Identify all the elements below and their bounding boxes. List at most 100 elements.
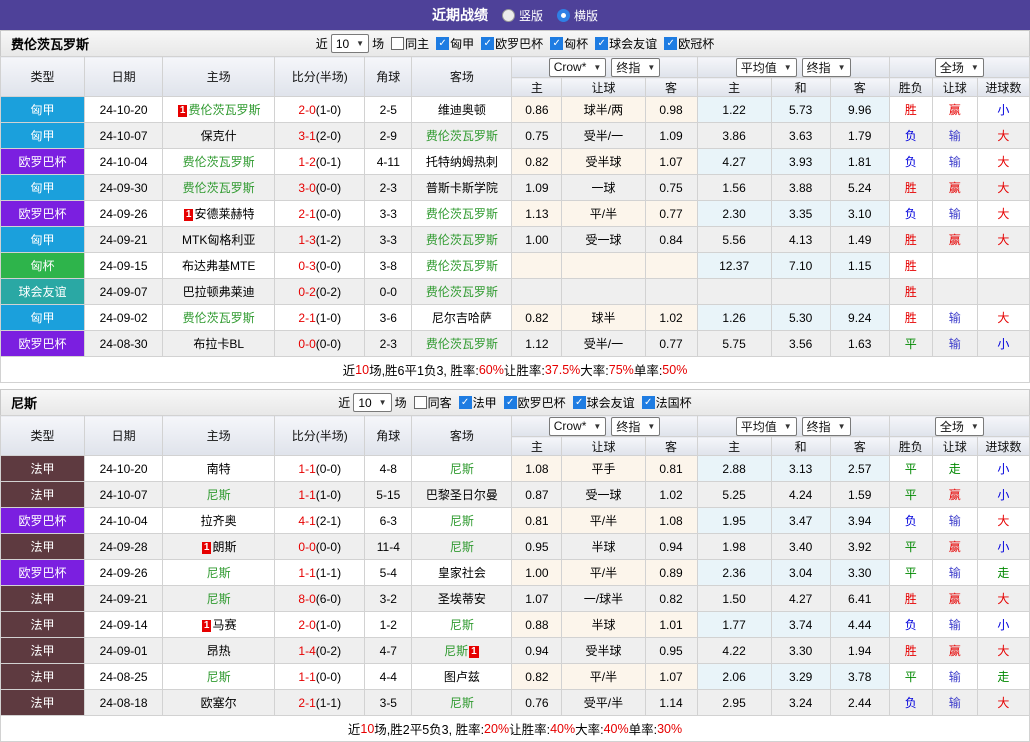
away-team-link[interactable]: 费伦茨瓦罗斯	[426, 285, 498, 299]
home-team-link[interactable]: 安德莱赫特	[194, 207, 254, 221]
home-team-link[interactable]: 布达弗基MTE	[182, 259, 255, 273]
home-team-link[interactable]: 费伦茨瓦罗斯	[183, 311, 255, 325]
home-team-link[interactable]: 尼斯	[207, 670, 231, 684]
away-team-link[interactable]: 托特纳姆热刺	[426, 155, 498, 169]
home-team-link[interactable]: 布拉卡BL	[193, 337, 244, 351]
crow-away-odds: 0.94	[644, 533, 698, 560]
home-team-link[interactable]: MTK匈格利亚	[182, 233, 255, 247]
crow-final-odds-select[interactable]: 终指 ▼	[611, 57, 661, 77]
competition-checkbox[interactable]: ✓	[572, 396, 586, 409]
half-time-score: (1-0)	[315, 487, 342, 502]
score-cell: 2-1(1-0)	[274, 304, 366, 331]
away-team-link[interactable]: 费伦茨瓦罗斯	[426, 233, 498, 247]
crow-final-odds-select[interactable]: 终指 ▼	[611, 416, 661, 436]
summary-text: 40%	[550, 721, 576, 736]
half-time-score: (1-1)	[315, 695, 342, 710]
average-final-odds-select[interactable]: 终指 ▼	[801, 57, 851, 77]
average-final-odds-select[interactable]: 终指 ▼	[801, 416, 851, 436]
competition-checkbox[interactable]: ✓	[458, 396, 472, 409]
full-match-select[interactable]: 全场 ▼	[934, 57, 984, 77]
full-time-score: 3-0	[298, 180, 316, 195]
average-select[interactable]: 平均值 ▼	[735, 416, 797, 436]
competition-filter: ✓ 球会友谊	[595, 35, 657, 52]
avg-away-odds: 9.96	[829, 96, 890, 123]
away-team-link[interactable]: 皇家社会	[438, 566, 486, 580]
away-team-link[interactable]: 费伦茨瓦罗斯	[426, 259, 498, 273]
half-time-score: (1-0)	[315, 617, 342, 632]
same-venue-checkbox[interactable]	[391, 37, 405, 50]
home-team-link[interactable]: 朗斯	[212, 540, 236, 554]
radio-unselected-icon[interactable]	[501, 8, 515, 22]
subcol-avg-home: 主	[696, 436, 772, 456]
competition-checkbox[interactable]: ✓	[503, 396, 517, 409]
table-row: 欧罗巴杯 24-10-04 费伦茨瓦罗斯 1-2(0-1) 4-11 托特纳姆热刺 0.82…	[0, 148, 1030, 175]
crow-handicap: 平手	[561, 455, 646, 482]
result-goals: 大	[976, 304, 1030, 331]
competition-cell: 匈甲	[0, 174, 86, 201]
games-count-select[interactable]: 10 ▼	[353, 393, 392, 412]
away-team-link[interactable]: 尼斯	[444, 644, 468, 658]
crow-handicap: 受一球	[561, 226, 646, 253]
home-team-link[interactable]: 费伦茨瓦罗斯	[183, 155, 255, 169]
home-team-link[interactable]: 南特	[207, 462, 231, 476]
home-team-link[interactable]: 费伦茨瓦罗斯	[183, 181, 255, 195]
avg-away-odds: 3.92	[829, 533, 890, 560]
avg-away-odds: 3.30	[829, 559, 890, 586]
summary-line: 近 10 场,胜6平1负3, 胜率: 60% 让胜率: 37.5% 大率: 75% 单率:…	[0, 357, 1030, 383]
home-team-link[interactable]: 尼斯	[207, 488, 231, 502]
result-goals: 大	[976, 689, 1030, 716]
score-cell: 8-0(6-0)	[274, 585, 366, 612]
away-team-link[interactable]: 尼斯	[450, 696, 474, 710]
competition-checkbox[interactable]: ✓	[641, 396, 655, 409]
away-team-link[interactable]: 图卢兹	[444, 670, 480, 684]
away-team-link[interactable]: 尼斯	[450, 514, 474, 528]
home-team-link[interactable]: 尼斯	[207, 566, 231, 580]
competition-checkbox[interactable]: ✓	[436, 37, 450, 50]
home-team-link[interactable]: 尼斯	[207, 592, 231, 606]
bookmaker-select[interactable]: Crow* ▼	[548, 57, 607, 77]
away-team-link[interactable]: 尼斯	[450, 462, 474, 476]
score-cell: 1-1(1-1)	[274, 559, 366, 586]
competition-checkbox[interactable]: ✓	[595, 37, 609, 50]
home-team-link[interactable]: 欧塞尔	[201, 696, 237, 710]
competition-cell: 匈杯	[0, 252, 86, 279]
away-team-link[interactable]: 费伦茨瓦罗斯	[426, 207, 498, 221]
away-team-link[interactable]: 维迪奥顿	[438, 103, 486, 117]
home-team-link[interactable]: 费伦茨瓦罗斯	[188, 103, 260, 117]
result-handicap: 输	[931, 200, 978, 227]
home-team-link[interactable]: 拉齐奥	[201, 514, 237, 528]
away-team-cell: 费伦茨瓦罗斯	[411, 330, 513, 357]
competition-checkbox-label: 球会友谊	[609, 37, 658, 51]
layout-horizontal-option[interactable]: 横版	[557, 7, 598, 24]
home-team-link[interactable]: 巴拉顿弗莱迪	[183, 285, 255, 299]
home-team-link[interactable]: 马赛	[212, 618, 236, 632]
home-team-link[interactable]: 保克什	[201, 129, 237, 143]
home-team-cell: 巴拉顿弗莱迪	[162, 278, 276, 305]
competition-checkbox[interactable]: ✓	[481, 37, 495, 50]
competition-cell: 法甲	[0, 611, 86, 638]
full-time-score: 2-1	[298, 310, 316, 325]
away-team-link[interactable]: 巴黎圣日尔曼	[426, 488, 498, 502]
away-team-link[interactable]: 尼尔吉哈萨	[432, 311, 492, 325]
competition-checkbox[interactable]: ✓	[664, 37, 678, 50]
bookmaker-select[interactable]: Crow* ▼	[548, 416, 607, 436]
average-select[interactable]: 平均值 ▼	[735, 57, 797, 77]
radio-selected-icon[interactable]	[557, 8, 570, 22]
games-count-select[interactable]: 10 ▼	[330, 34, 370, 53]
away-team-link[interactable]: 尼斯	[450, 540, 474, 554]
summary-line: 近 10 场,胜2平5负3, 胜率: 20% 让胜率: 40% 大率: 40% 单率: 30…	[0, 716, 1030, 742]
crow-handicap: 受半球	[561, 148, 646, 175]
half-time-score: (0-2)	[315, 284, 342, 299]
same-venue-checkbox[interactable]	[413, 396, 427, 409]
away-team-link[interactable]: 圣埃蒂安	[438, 592, 486, 606]
away-team-link[interactable]: 尼斯	[450, 618, 474, 632]
away-team-link[interactable]: 普斯卡斯学院	[426, 181, 498, 195]
competition-checkbox[interactable]: ✓	[550, 37, 564, 50]
layout-vertical-option[interactable]: 竖版	[501, 7, 543, 24]
home-team-link[interactable]: 昂热	[207, 644, 231, 658]
avg-home-odds: 4.22	[696, 637, 772, 664]
away-team-link[interactable]: 费伦茨瓦罗斯	[426, 337, 498, 351]
home-team-cell: 1 马赛	[162, 611, 276, 638]
full-match-select[interactable]: 全场 ▼	[934, 416, 984, 436]
away-team-link[interactable]: 费伦茨瓦罗斯	[426, 129, 498, 143]
